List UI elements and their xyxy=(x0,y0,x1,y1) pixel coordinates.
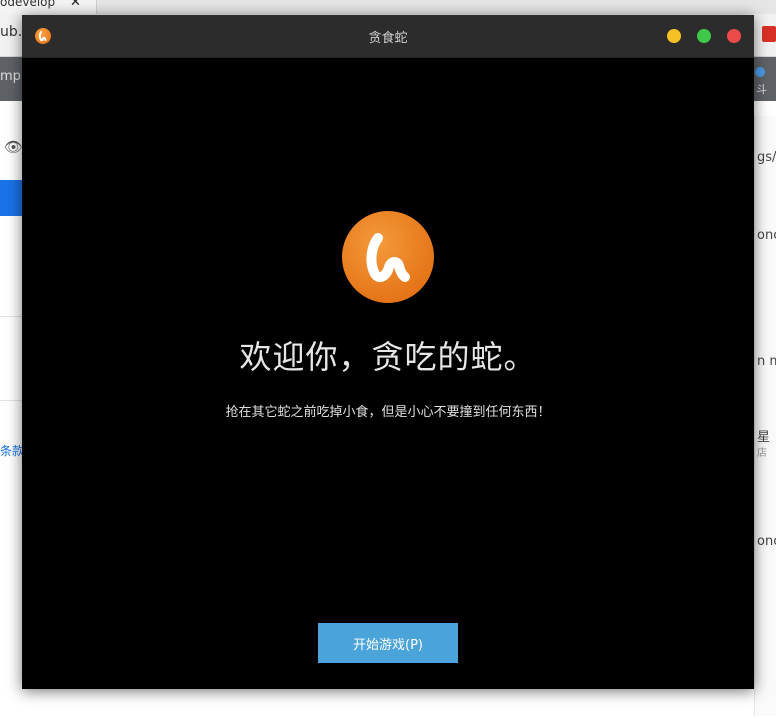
background-toolbar-right-text: 斗 xyxy=(756,83,767,96)
background-tab[interactable]: odevelop ✕ xyxy=(0,0,97,14)
background-blue-button[interactable] xyxy=(0,180,22,216)
window-title: 贪食蛇 xyxy=(368,31,408,46)
start-game-button[interactable]: 开始游戏(P) xyxy=(318,623,458,663)
background-tabstrip: odevelop ✕ xyxy=(0,0,776,14)
background-right-text: onc xyxy=(757,534,776,549)
background-toolbar-text: mp xyxy=(0,69,21,84)
background-right-text: n m xyxy=(757,354,776,369)
snake-logo-icon xyxy=(342,211,434,303)
background-right-text: 星 xyxy=(757,430,771,445)
extension-icon[interactable] xyxy=(762,26,776,42)
background-tab-title: odevelop xyxy=(0,0,56,9)
background-right-text: onc xyxy=(757,228,776,243)
close-button[interactable] xyxy=(727,29,741,43)
background-terms-link[interactable]: 条款 xyxy=(0,442,24,459)
notification-icon[interactable] xyxy=(755,67,765,77)
eye-icon[interactable]: 👁 xyxy=(4,138,23,156)
welcome-screen: 欢迎你，贪吃的蛇。 抢在其它蛇之前吃掉小食，但是小心不要撞到任何东西！ 开始游戏… xyxy=(22,58,754,689)
minimize-button[interactable] xyxy=(667,29,681,43)
background-divider xyxy=(0,316,22,317)
window-titlebar[interactable]: 贪食蛇 xyxy=(22,15,754,58)
welcome-subtitle: 抢在其它蛇之前吃掉小食，但是小心不要撞到任何东西！ xyxy=(225,405,551,420)
game-window: 贪食蛇 欢迎你，贪吃的蛇。 抢在其它蛇之前吃掉小食，但是小心不要撞到任何东西！ … xyxy=(22,15,754,689)
background-divider xyxy=(0,400,22,401)
background-right-text: gs/t xyxy=(757,150,776,165)
background-right-text: 店 xyxy=(757,448,767,459)
welcome-heading: 欢迎你，贪吃的蛇。 xyxy=(239,338,537,376)
tab-close-icon[interactable]: ✕ xyxy=(70,0,81,10)
maximize-button[interactable] xyxy=(697,29,711,43)
background-right-panel: gs/t onc n m 星 店 onc xyxy=(754,116,776,716)
